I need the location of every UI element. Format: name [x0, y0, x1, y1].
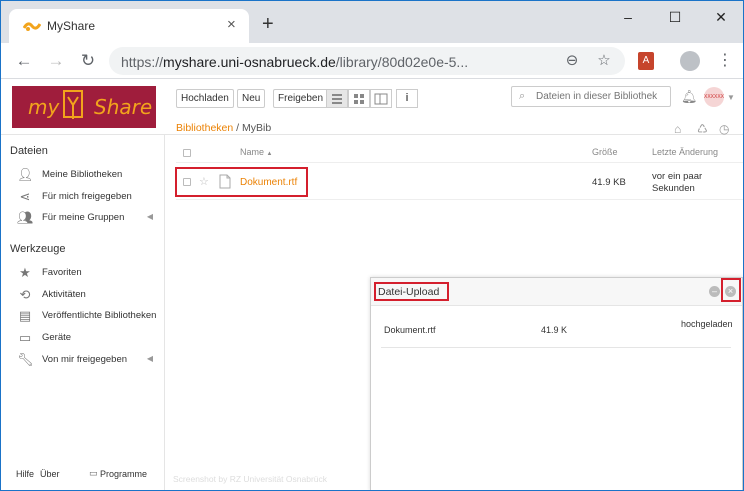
- highlight-box: [175, 167, 308, 197]
- browser-toolbar: ← → ↻ https://myshare.uni-osnabrueck.de/…: [1, 43, 743, 79]
- user-icon: 👤︎: [17, 167, 34, 182]
- pdf-extension-icon[interactable]: A: [638, 52, 654, 70]
- breadcrumb-libraries-link[interactable]: Bibliotheken: [176, 122, 233, 134]
- search-icon: ⌕: [519, 90, 526, 102]
- profile-avatar-icon[interactable]: [680, 51, 700, 71]
- upload-file-name: Dokument.rtf: [384, 325, 436, 335]
- upload-dialog: Datei-Upload – × Dokument.rtf 41.9 K hoc…: [370, 277, 743, 490]
- myshare-favicon-icon: [23, 22, 41, 31]
- browser-tab[interactable]: MyShare ×: [9, 9, 249, 43]
- tab-close-icon[interactable]: ×: [227, 17, 236, 33]
- upload-file-size: 41.9 K: [541, 325, 568, 335]
- university-emblem-icon: [63, 90, 83, 119]
- trash-icon[interactable]: ♺: [697, 122, 708, 136]
- library-search[interactable]: ⌕: [511, 86, 671, 107]
- browser-window: MyShare × + – ☐ ✕ ← → ↻ https://myshare.…: [0, 0, 744, 491]
- monitor-icon: ▭: [18, 330, 32, 345]
- logo-my-text: my: [28, 95, 60, 119]
- window-minimize-button[interactable]: –: [613, 7, 643, 27]
- sidebar-item-groups[interactable]: 👥︎ Für meine Gruppen ◀: [17, 209, 165, 227]
- select-all-checkbox[interactable]: [183, 149, 191, 157]
- bookmark-star-icon[interactable]: ☆: [595, 52, 613, 70]
- caret-left-icon[interactable]: ◀: [147, 354, 153, 363]
- sidebar-item-published-libraries[interactable]: ▤ Veröffentlichte Bibliotheken: [17, 307, 165, 325]
- watermark-text: Screenshot by RZ Universität Osnabrück: [173, 474, 328, 484]
- column-name[interactable]: Name ▲: [240, 147, 272, 157]
- highlight-box: [721, 278, 741, 302]
- new-tab-button[interactable]: +: [262, 14, 274, 34]
- notification-bell-icon[interactable]: 🔔︎: [681, 89, 698, 105]
- info-button[interactable]: i: [396, 89, 418, 108]
- programs-link[interactable]: Programme: [100, 469, 147, 479]
- myshare-logo[interactable]: my Share: [12, 86, 156, 128]
- sidebar-item-favorites[interactable]: ★ Favoriten: [17, 264, 165, 282]
- search-input[interactable]: [536, 89, 668, 104]
- tab-strip: MyShare × + – ☐ ✕: [1, 1, 743, 43]
- forward-arrow-icon[interactable]: →: [45, 51, 67, 71]
- new-button[interactable]: Neu: [237, 89, 266, 108]
- sidebar-item-activities[interactable]: ⟲ Aktivitäten: [17, 286, 165, 304]
- file-modified: vor ein paar Sekunden: [652, 171, 703, 194]
- share-button[interactable]: Freigeben: [273, 89, 329, 108]
- group-icon: 👥︎: [17, 210, 34, 225]
- app-header: my Share Hochladen Neu Freigeben i ⌕ 🔔︎ …: [1, 80, 743, 135]
- upload-button[interactable]: Hochladen: [176, 89, 234, 108]
- browser-menu-icon[interactable]: ⋮: [717, 51, 733, 71]
- highlight-box: [374, 282, 449, 301]
- tag-icon[interactable]: ⌂: [674, 122, 681, 136]
- help-link[interactable]: Hilfe: [16, 469, 34, 479]
- files-heading: Dateien: [10, 145, 48, 157]
- history-icon: ⟲: [19, 287, 31, 302]
- url-text: https://myshare.uni-osnabrueck.de/librar…: [121, 54, 469, 70]
- zoom-icon[interactable]: ⊖: [563, 52, 581, 70]
- wrench-icon: 🔧︎: [17, 352, 34, 367]
- sidebar: Dateien 👤︎ Meine Bibliotheken ⋖ Für mich…: [1, 135, 165, 490]
- breadcrumb-current: MyBib: [241, 122, 272, 134]
- window-maximize-button[interactable]: ☐: [660, 7, 690, 27]
- minimize-icon[interactable]: –: [709, 286, 720, 297]
- user-avatar[interactable]: XXXXXX: [704, 87, 724, 107]
- tools-heading: Werkzeuge: [10, 243, 66, 255]
- sidebar-item-devices[interactable]: ▭ Geräte: [17, 329, 165, 347]
- reload-icon[interactable]: ↻: [77, 51, 99, 71]
- sidebar-item-shared-by-me[interactable]: 🔧︎ Von mir freigegeben ◀: [17, 351, 165, 369]
- history-icon[interactable]: ◷: [719, 122, 729, 136]
- tab-title: MyShare: [47, 19, 96, 33]
- sidebar-item-shared-with-me[interactable]: ⋖ Für mich freigegeben: [17, 188, 165, 206]
- sort-up-icon: ▲: [266, 151, 273, 157]
- columns-view-icon[interactable]: [370, 89, 392, 108]
- file-size: 41.9 KB: [592, 177, 626, 188]
- published-icon: ▤: [18, 308, 32, 323]
- breadcrumb: Bibliotheken / MyBib: [176, 122, 272, 134]
- monitor-icon: ▭: [89, 468, 98, 478]
- upload-list-item: Dokument.rtf 41.9 K hochgeladen: [381, 316, 733, 348]
- sidebar-footer: Hilfe Über ▭ Programme: [1, 465, 164, 485]
- upload-status: hochgeladen: [681, 319, 733, 329]
- back-arrow-icon[interactable]: ←: [13, 51, 35, 71]
- list-view-icon[interactable]: [326, 89, 348, 108]
- column-size[interactable]: Größe: [592, 147, 618, 157]
- about-link[interactable]: Über: [40, 469, 60, 479]
- sidebar-item-my-libraries[interactable]: 👤︎ Meine Bibliotheken: [17, 166, 165, 184]
- grid-view-icon[interactable]: [348, 89, 370, 108]
- address-bar[interactable]: https://myshare.uni-osnabrueck.de/librar…: [109, 47, 625, 75]
- share-icon: ⋖: [19, 189, 31, 204]
- star-icon: ★: [19, 265, 31, 280]
- column-modified[interactable]: Letzte Änderung: [652, 147, 718, 157]
- window-close-button[interactable]: ✕: [706, 7, 736, 27]
- logo-share-text: Share: [94, 95, 153, 119]
- avatar-caret-icon[interactable]: ▼: [727, 93, 735, 102]
- caret-left-icon[interactable]: ◀: [147, 212, 153, 221]
- file-table-header: Name ▲ Größe Letzte Änderung: [176, 145, 743, 163]
